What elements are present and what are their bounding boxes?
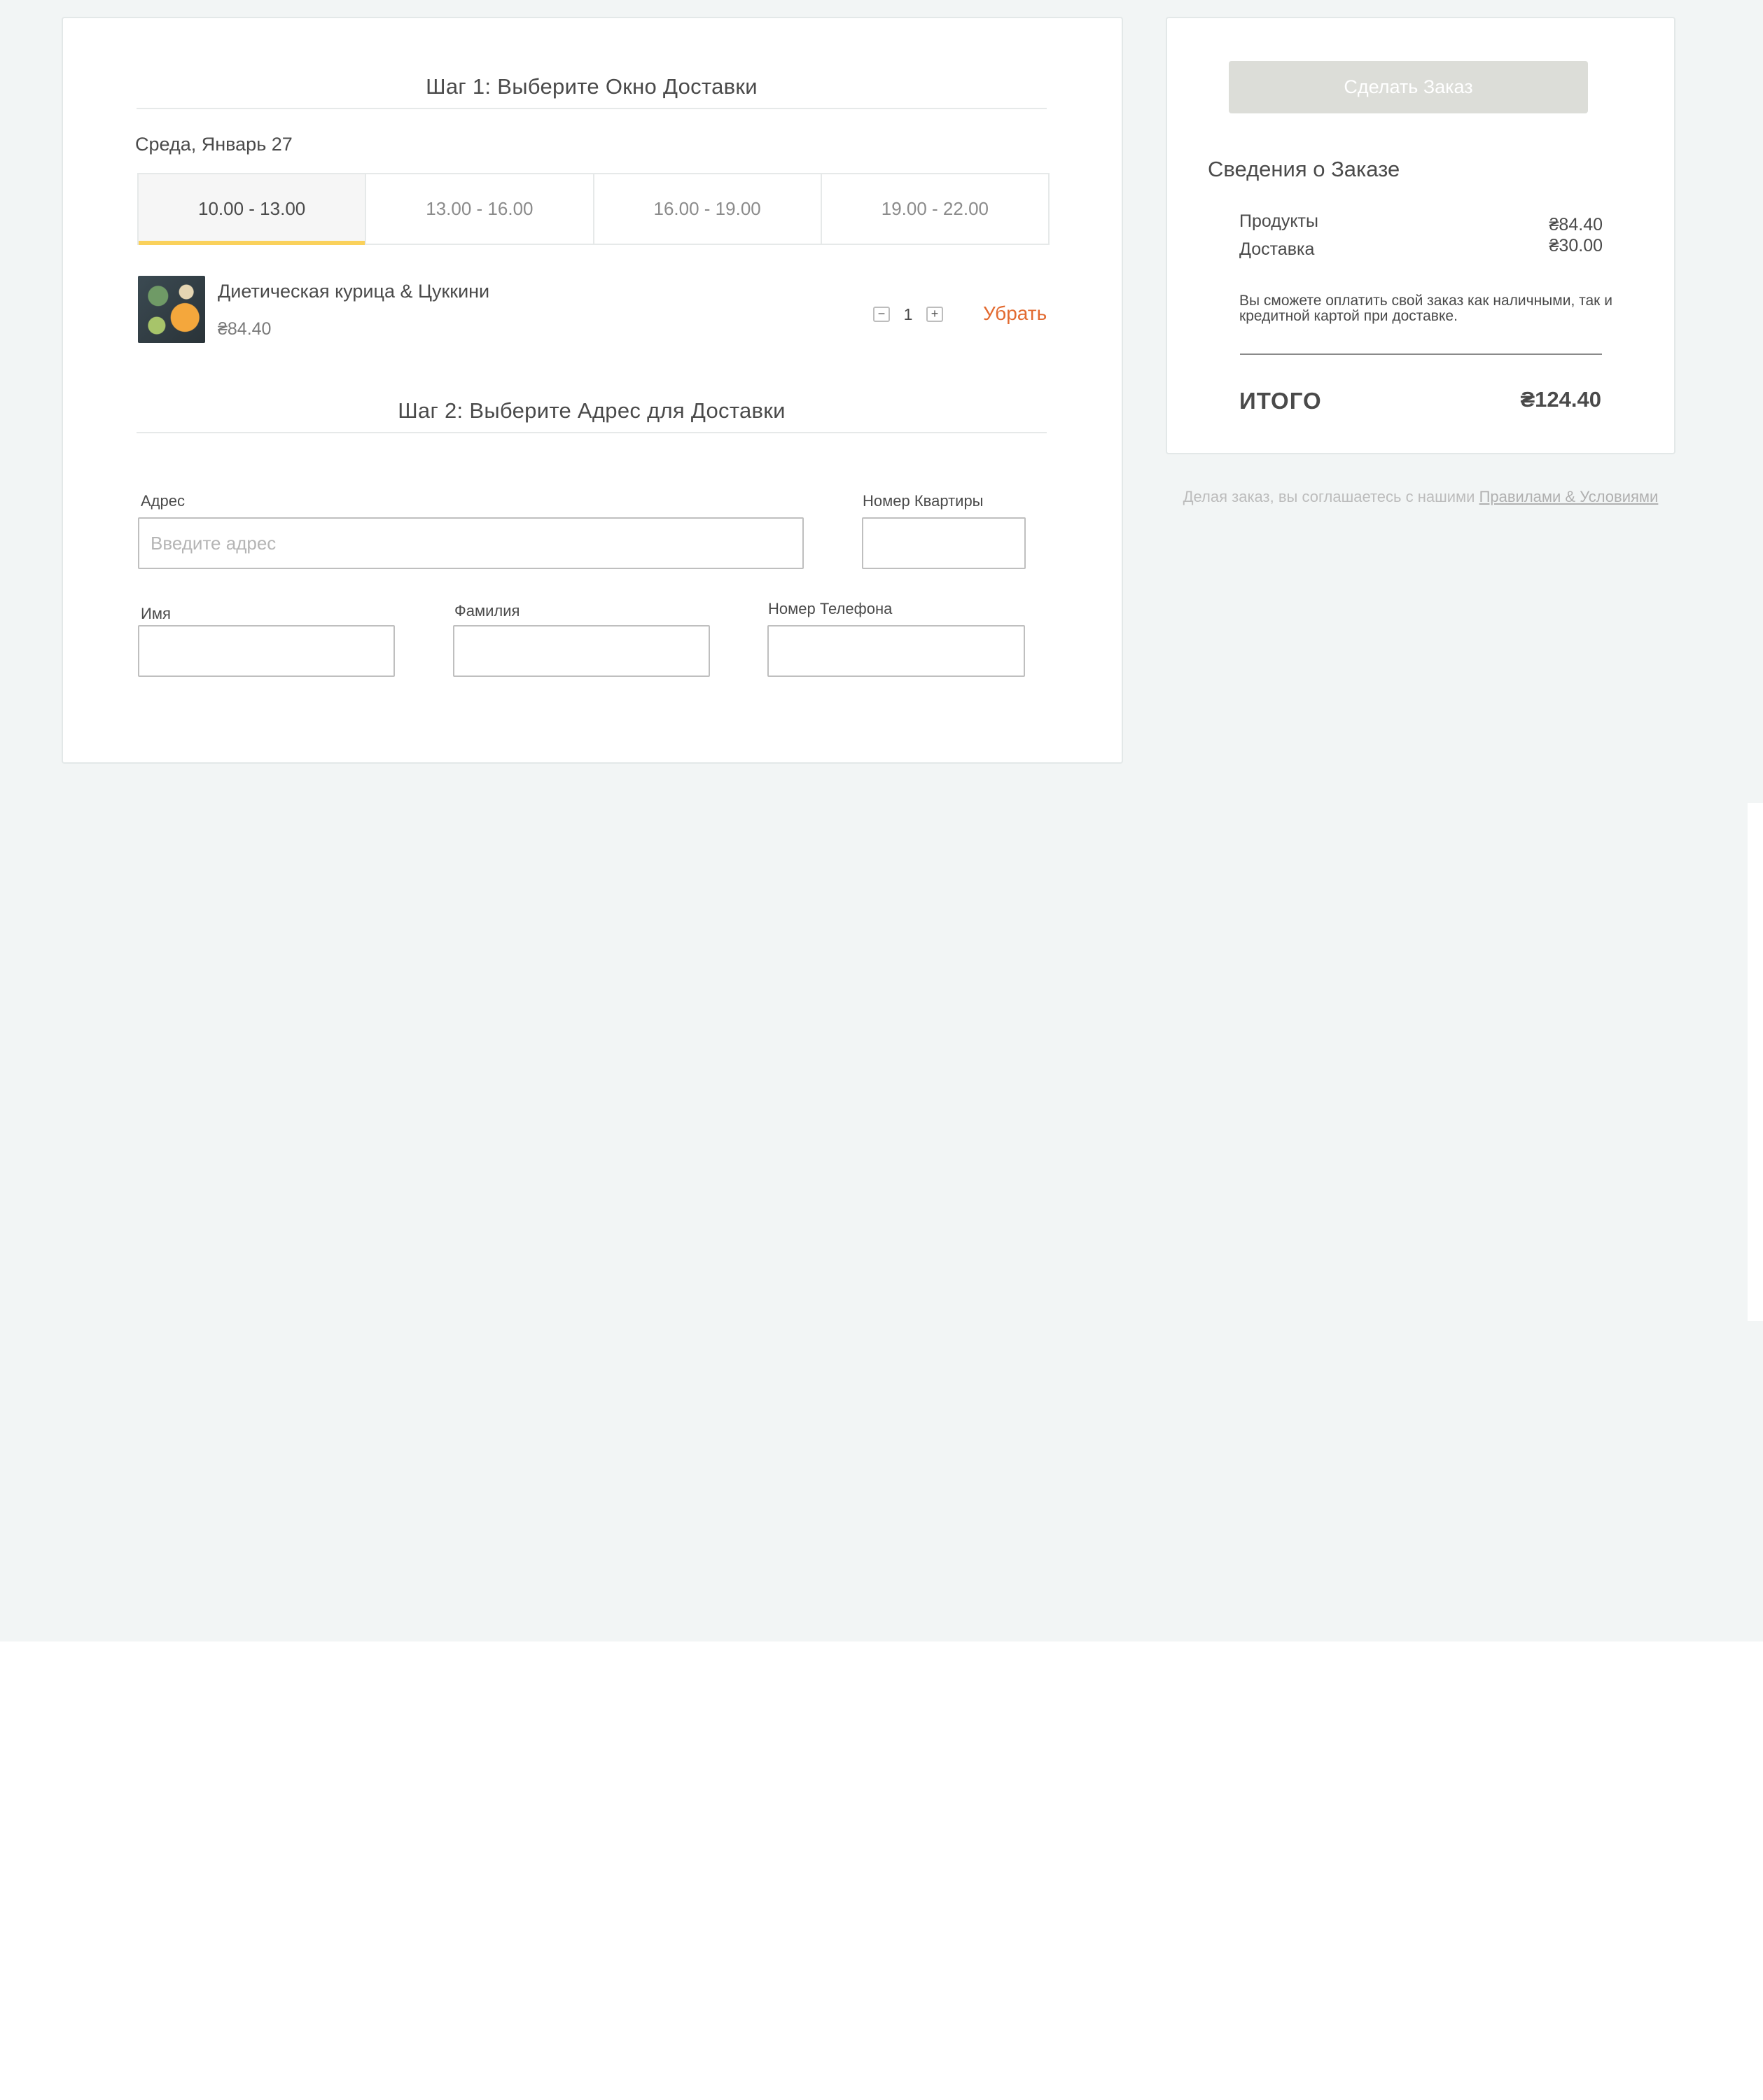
slot-10-13[interactable]: 10.00 - 13.00 bbox=[139, 174, 367, 245]
total-label: ИТОГО bbox=[1239, 388, 1322, 414]
total-value: ₴124.40 bbox=[1520, 387, 1602, 412]
apartment-input[interactable] bbox=[862, 517, 1026, 569]
place-order-button[interactable]: Сделать Заказ bbox=[1229, 61, 1588, 113]
quantity-value: 1 bbox=[903, 305, 913, 323]
last-name-label: Фамилия bbox=[454, 602, 520, 620]
terms-prefix: Делая заказ, вы соглашаетесь с нашими bbox=[1183, 488, 1475, 505]
summary-title: Сведения о Заказе bbox=[1208, 157, 1400, 181]
address-label: Адрес bbox=[141, 492, 185, 510]
first-name-input[interactable] bbox=[138, 625, 395, 677]
delivery-label: Доставка bbox=[1239, 239, 1315, 259]
quantity-increase-button[interactable]: + bbox=[926, 307, 943, 322]
step1-divider bbox=[137, 108, 1047, 109]
payment-note: Вы сможете оплатить свой заказ как налич… bbox=[1239, 293, 1612, 324]
order-summary-panel: Сделать Заказ Сведения о Заказе Продукты… bbox=[1166, 17, 1675, 454]
delivery-slot-tabs: 10.00 - 13.00 13.00 - 16.00 16.00 - 19.0… bbox=[137, 173, 1050, 245]
side-edge-strip bbox=[1748, 803, 1763, 1321]
last-name-input[interactable] bbox=[453, 625, 710, 677]
quantity-decrease-button[interactable]: − bbox=[873, 307, 890, 322]
delivery-date: Среда, Январь 27 bbox=[135, 134, 293, 155]
summary-divider bbox=[1240, 354, 1602, 355]
checkout-panel: Шаг 1: Выберите Окно Доставки Среда, Янв… bbox=[62, 17, 1123, 764]
slot-19-22[interactable]: 19.00 - 22.00 bbox=[822, 174, 1048, 244]
product-name: Диетическая курица & Цуккини bbox=[218, 281, 490, 302]
product-thumbnail bbox=[138, 276, 205, 343]
first-name-label: Имя bbox=[141, 605, 171, 622]
step2-divider bbox=[137, 432, 1047, 433]
phone-input[interactable] bbox=[767, 625, 1025, 677]
terms-notice: Делая заказ, вы соглашаетесь с нашими Пр… bbox=[1166, 488, 1675, 506]
terms-link[interactable]: Правилами & Условиями bbox=[1479, 488, 1659, 505]
apartment-label: Номер Квартиры bbox=[863, 492, 984, 510]
products-label: Продукты bbox=[1239, 211, 1318, 231]
phone-label: Номер Телефона bbox=[768, 600, 893, 617]
address-input[interactable] bbox=[138, 517, 804, 569]
remove-item-link[interactable]: Убрать bbox=[983, 302, 1047, 325]
step1-title: Шаг 1: Выберите Окно Доставки bbox=[426, 74, 758, 99]
slot-16-19[interactable]: 16.00 - 19.00 bbox=[594, 174, 822, 244]
step2-title: Шаг 2: Выберите Адрес для Доставки bbox=[398, 398, 786, 423]
products-value: ₴84.40 bbox=[1549, 215, 1603, 234]
product-price: ₴84.40 bbox=[218, 319, 272, 339]
slot-13-16[interactable]: 13.00 - 16.00 bbox=[366, 174, 594, 244]
delivery-value: ₴30.00 bbox=[1549, 236, 1603, 255]
